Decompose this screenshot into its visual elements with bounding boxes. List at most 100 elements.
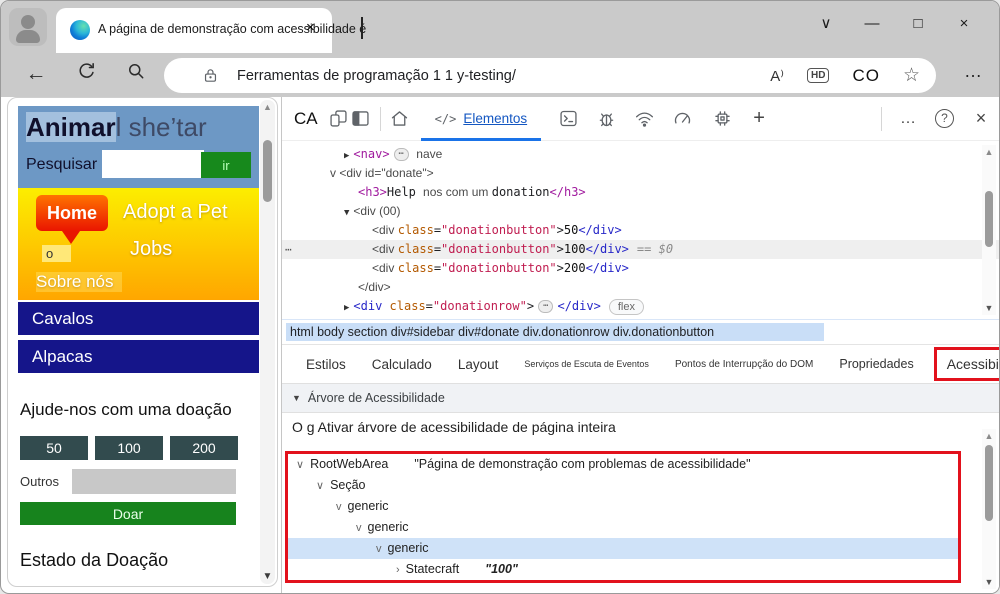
pane-tab-servi-os-de-escuta-de-eventos[interactable]: Serviços de Escuta de Eventos <box>524 359 649 369</box>
pane-tab-pontos-de-interrup-o-do-dom[interactable]: Pontos de Interrupção do DOM <box>675 359 813 370</box>
tree-arrow-icon[interactable]: ∨ <box>296 459 304 471</box>
nav-adopt-a-pet[interactable]: Adopt a Pet <box>123 201 228 224</box>
expand-arrow-icon[interactable]: ▶ <box>344 303 349 313</box>
tab-close-icon[interactable]: × <box>306 19 315 36</box>
scroll-thumb[interactable] <box>985 445 993 521</box>
tree-arrow-icon[interactable]: v <box>376 543 382 555</box>
performance-gauge-icon[interactable] <box>671 108 693 130</box>
a11y-tree-node[interactable]: ∨RootWebArea"Página de demonstração com … <box>288 454 958 475</box>
dom-tree-row[interactable]: <h3>Help nos com um donation</h3> <box>282 183 999 202</box>
a11y-node-role: RootWebArea <box>310 457 388 471</box>
scroll-down-icon[interactable]: ▼ <box>982 577 996 587</box>
help-icon[interactable]: ? <box>935 109 954 128</box>
dom-tree-row[interactable]: <div class="donationbutton">200</div> <box>282 259 999 278</box>
minimize-button[interactable]: — <box>849 9 895 39</box>
dom-tree-row[interactable]: ▼<div (00) <box>282 202 999 221</box>
scroll-up-icon[interactable]: ▲ <box>982 431 996 441</box>
code-token: 50 <box>564 223 578 237</box>
console-icon[interactable] <box>557 108 579 130</box>
scroll-thumb[interactable] <box>985 191 993 247</box>
inspect-element-button[interactable]: CA <box>294 109 318 129</box>
other-amount-label: Outros <box>20 474 59 489</box>
back-button[interactable]: ← <box>23 61 49 87</box>
site-search-input[interactable] <box>102 150 204 178</box>
tab-search-chevron-icon[interactable]: ∨ <box>803 9 849 39</box>
pane-tab-acessibilidade[interactable]: Acessibilidade <box>934 347 1000 381</box>
hd-badge[interactable]: HD <box>807 68 829 83</box>
a11y-tree-node[interactable]: vgeneric <box>288 517 958 538</box>
ellipsis-expand-icon[interactable]: ⋯ <box>538 300 553 313</box>
scroll-down-icon[interactable]: ▼ <box>260 571 275 582</box>
nav-o[interactable]: o <box>42 245 71 262</box>
url-field[interactable]: Ferramentas de programação 1 1 y-testing… <box>164 58 936 93</box>
a11y-tree-node[interactable]: ∨Seção <box>288 475 958 496</box>
scroll-thumb[interactable] <box>263 140 272 202</box>
expand-arrow-icon[interactable]: ▶ <box>344 151 349 161</box>
url-text[interactable]: Ferramentas de programação 1 1 y-testing… <box>237 68 770 84</box>
pane-tab-calculado[interactable]: Calculado <box>372 357 432 372</box>
refresh-button[interactable] <box>73 61 99 87</box>
tab-elements[interactable]: </> Elementos <box>419 97 543 141</box>
tree-arrow-icon[interactable]: › <box>396 564 400 576</box>
pane-tab-estilos[interactable]: Estilos <box>306 357 346 372</box>
donation-amount-button[interactable]: 200 <box>170 436 238 460</box>
issues-bug-icon[interactable] <box>595 108 617 130</box>
close-devtools-button[interactable]: × <box>963 108 999 129</box>
ellipsis-expand-icon[interactable]: ⋯ <box>394 148 409 161</box>
dom-scrollbar[interactable]: ▲ ▼ <box>982 145 996 315</box>
favorite-star-icon[interactable]: ☆ <box>903 64 920 87</box>
tree-arrow-icon[interactable]: v <box>336 501 342 513</box>
more-actions-icon[interactable]: ⋯ <box>285 240 291 259</box>
donate-button[interactable]: Doar <box>20 502 236 525</box>
search-icon[interactable] <box>123 61 149 87</box>
accessibility-tree-section-header[interactable]: ▼ Árvore de Acessibilidade <box>282 383 999 413</box>
dom-tree-row[interactable]: ▶<nav>⋯ nave <box>282 145 999 164</box>
dom-tree-row[interactable]: </div> <box>282 278 999 297</box>
devtools-more-menu[interactable]: … <box>890 110 926 128</box>
home-icon[interactable] <box>389 108 411 130</box>
scroll-down-icon[interactable]: ▼ <box>982 303 996 313</box>
collapse-triangle-icon[interactable]: ▼ <box>292 393 301 403</box>
other-amount-input[interactable] <box>72 469 236 494</box>
maximize-button[interactable]: □ <box>895 9 941 39</box>
expand-arrow-icon[interactable]: ▼ <box>344 208 349 218</box>
flex-badge[interactable]: flex <box>609 299 644 315</box>
search-go-button[interactable]: ir <box>201 152 251 178</box>
dom-tree-row[interactable]: v <div id="donate"> <box>282 164 999 183</box>
donation-amount-button[interactable]: 100 <box>95 436 163 460</box>
dom-tree-row[interactable]: <div class="donationbutton">50</div> <box>282 221 999 240</box>
device-emulation-icon[interactable] <box>328 108 350 130</box>
nav-jobs[interactable]: Jobs <box>130 238 172 261</box>
nav-home[interactable]: Home <box>36 195 108 231</box>
profile-avatar-button[interactable] <box>9 8 47 46</box>
pane-tab-propriedades[interactable]: Propriedades <box>839 357 913 371</box>
dock-side-icon[interactable] <box>350 108 372 130</box>
page-scrollbar[interactable]: ▲ ▼ <box>260 100 275 584</box>
a11y-scrollbar[interactable]: ▲ ▼ <box>982 429 996 589</box>
tree-arrow-icon[interactable]: v <box>356 522 362 534</box>
scroll-up-icon[interactable]: ▲ <box>982 147 996 157</box>
sidebar-item-alpacas[interactable]: Alpacas <box>18 340 259 373</box>
browser-tab[interactable]: A página de demonstração com acessibilid… <box>56 8 332 53</box>
dom-tree-row[interactable]: ▶<div class="donationrow">⋯</div>flex <box>282 297 999 316</box>
browser-more-menu[interactable]: … <box>964 61 983 82</box>
sidebar-item-cavalos[interactable]: Cavalos <box>18 302 259 335</box>
tree-arrow-icon[interactable]: ∨ <box>316 480 324 492</box>
a11y-tree-node[interactable]: vgeneric <box>288 538 958 559</box>
code-token: = <box>434 261 441 275</box>
donation-amount-button[interactable]: 50 <box>20 436 88 460</box>
profile-initials-badge[interactable]: CO <box>852 66 880 86</box>
scroll-up-icon[interactable]: ▲ <box>260 102 275 112</box>
memory-chip-icon[interactable] <box>711 108 733 130</box>
nav-about-us[interactable]: Sobre nós <box>36 272 122 292</box>
a11y-tree-node[interactable]: vgeneric <box>288 496 958 517</box>
pane-tab-layout[interactable]: Layout <box>458 357 499 372</box>
enable-full-page-a11y-checkbox[interactable]: O g Ativar árvore de acessibilidade de p… <box>292 419 616 435</box>
add-tab-button[interactable]: + <box>741 107 777 130</box>
close-window-button[interactable]: × <box>941 9 987 39</box>
breadcrumb[interactable]: html body section div#sidebar div#donate… <box>286 323 824 341</box>
read-aloud-icon[interactable]: A⁾ <box>770 67 784 85</box>
network-wifi-icon[interactable] <box>633 108 655 130</box>
a11y-tree-node[interactable]: ›Statecraft"100" <box>288 559 958 580</box>
dom-tree-row[interactable]: ⋯<div class="donationbutton">100</div>==… <box>282 240 999 259</box>
